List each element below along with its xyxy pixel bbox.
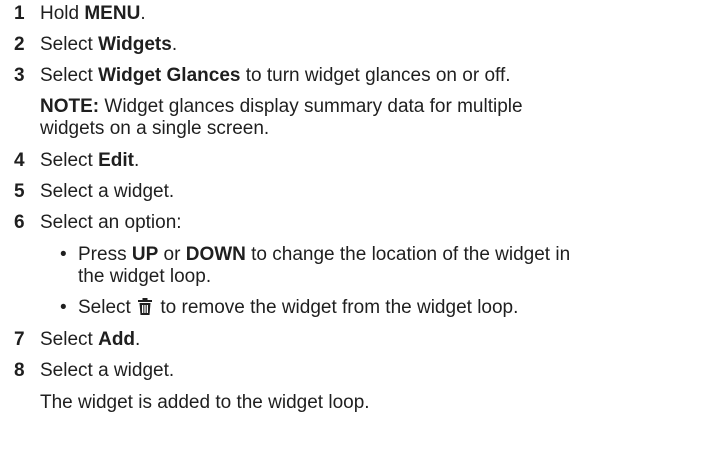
note-label: NOTE:: [40, 96, 100, 117]
option-text: Press: [78, 244, 132, 265]
punctuation: .: [171, 34, 178, 55]
step-8: 8 Select a widget.: [14, 360, 713, 382]
step-number: 7: [14, 329, 25, 350]
step-text: Hold: [40, 3, 85, 24]
step-3: 3 Select Widget Glances to turn widget g…: [14, 65, 713, 87]
note: NOTE: Widget glances display summary dat…: [14, 96, 713, 140]
step-text: Select: [40, 34, 99, 55]
step-text: Select: [40, 65, 99, 86]
punctuation: .: [133, 150, 140, 171]
step-4: 4 Select Edit.: [14, 150, 713, 172]
option-move-widget: • Press UP or DOWN to change the locatio…: [14, 244, 713, 288]
step-text: Select a widget.: [40, 181, 175, 202]
step-1: 1 Hold MENU.: [14, 3, 713, 25]
down-key: DOWN: [185, 244, 246, 265]
option-text-line2: the widget loop.: [78, 266, 212, 287]
option-remove-widget: • Select to remove the widget from the w…: [14, 297, 713, 319]
note-text: Widget glances display summary data for …: [99, 96, 523, 117]
widgets-item: Widgets: [98, 34, 172, 55]
step-number: 8: [14, 360, 25, 381]
punctuation: .: [140, 3, 146, 24]
step-text: Select: [40, 329, 99, 350]
result-text: The widget is added to the widget loop.: [14, 392, 713, 414]
option-text: or: [158, 244, 186, 265]
step-7: 7 Select Add.: [14, 329, 713, 351]
widget-glances-item: Widget Glances: [98, 65, 241, 86]
trash-icon: [138, 298, 153, 315]
step-number: 2: [14, 34, 25, 55]
edit-item: Edit: [98, 150, 134, 171]
step-text: Select: [40, 150, 99, 171]
add-item: Add: [98, 329, 136, 350]
option-text: Select: [78, 297, 137, 318]
note-text-line2: widgets on a single screen.: [40, 118, 270, 139]
step-text: Select an option:: [40, 212, 182, 233]
result-line: The widget is added to the widget loop.: [40, 392, 370, 413]
step-number: 4: [14, 150, 25, 171]
step-number: 3: [14, 65, 25, 86]
punctuation: .: [135, 329, 141, 350]
step-number: 5: [14, 181, 25, 202]
step-6: 6 Select an option:: [14, 212, 713, 234]
step-5: 5 Select a widget.: [14, 181, 713, 203]
step-2: 2 Select Widgets.: [14, 34, 713, 56]
step-text-tail: to turn widget glances on or off.: [240, 65, 511, 86]
step-number: 6: [14, 212, 25, 233]
option-text: to remove the widget from the widget loo…: [155, 297, 519, 318]
step-number: 1: [14, 3, 25, 24]
menu-key: MENU: [84, 3, 141, 24]
bullet-icon: •: [60, 244, 67, 265]
option-text: to change the location of the widget in: [245, 244, 571, 265]
step-text: Select a widget.: [40, 360, 175, 381]
bullet-icon: •: [60, 297, 67, 318]
up-key: UP: [131, 244, 159, 265]
